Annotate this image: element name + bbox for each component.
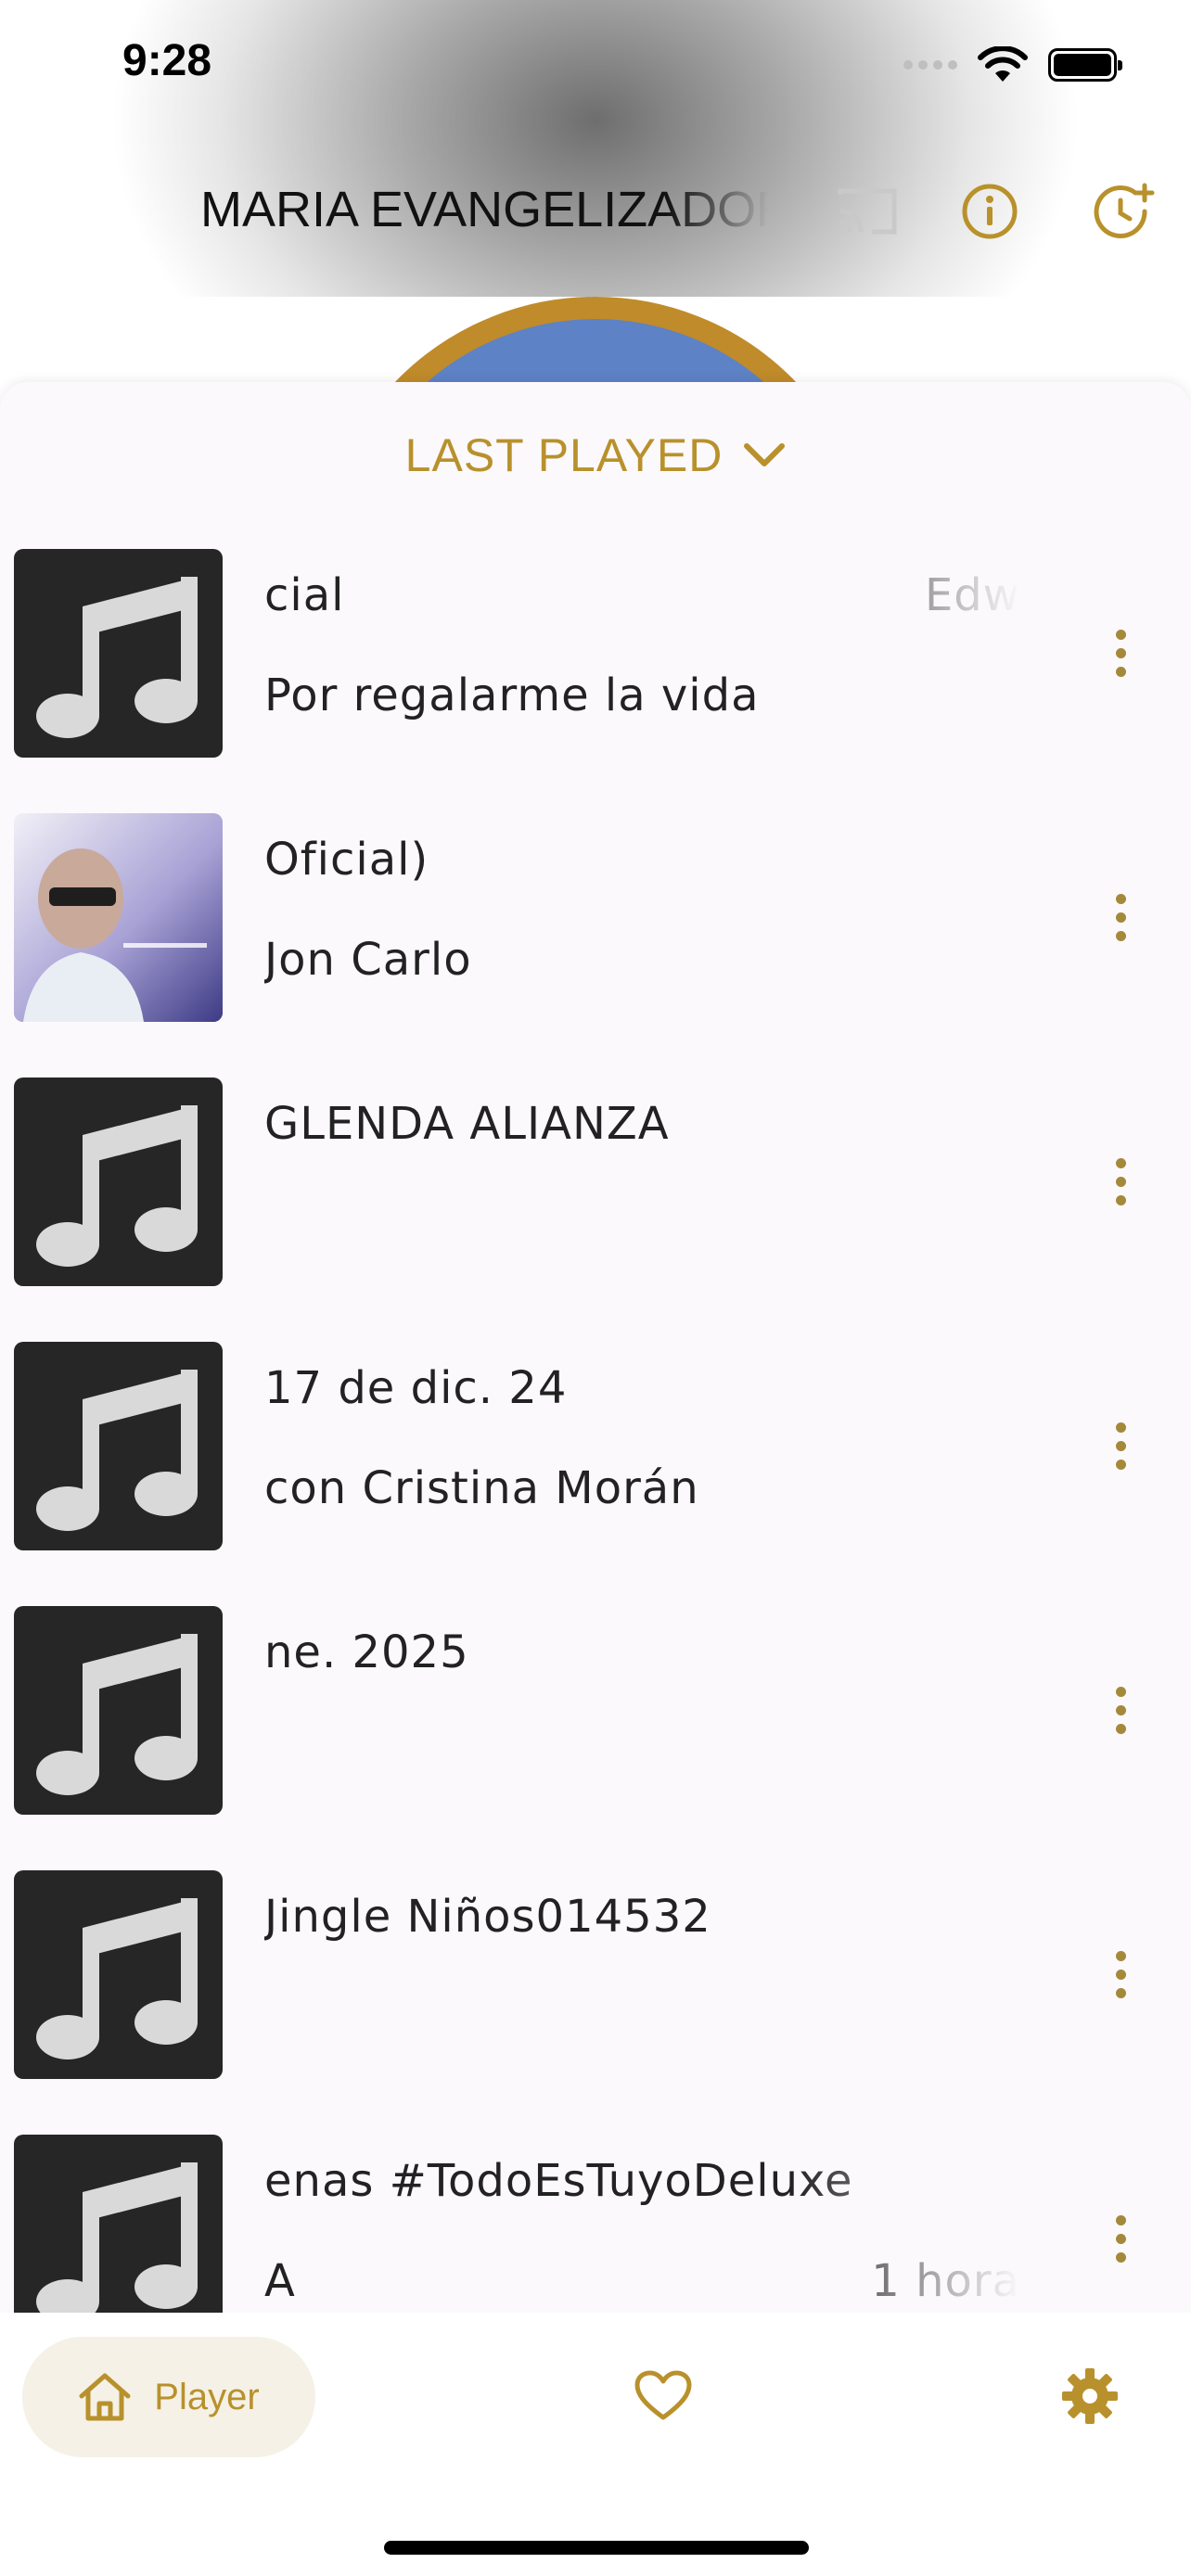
track-thumbnail	[14, 1606, 223, 1815]
track-more-button[interactable]	[1095, 1928, 1146, 2021]
track-thumbnail	[14, 549, 223, 758]
sheet-title: LAST PLAYED	[404, 429, 724, 481]
track-thumbnail	[14, 813, 223, 1022]
home-icon	[79, 2373, 131, 2421]
track-text: 17 de dic. 24 con Cristina Morán	[264, 1342, 1020, 1550]
track-more-button[interactable]	[1095, 1664, 1146, 1756]
info-icon	[962, 184, 1018, 239]
status-icons	[903, 46, 1122, 83]
home-indicator	[384, 2541, 809, 2555]
tab-favorites[interactable]	[626, 2359, 700, 2433]
track-thumbnail	[14, 2135, 223, 2313]
track-row[interactable]: 17 de dic. 24 con Cristina Morán	[0, 1342, 1191, 1606]
track-title: cial	[264, 569, 345, 621]
track-title-overflow: Edw	[924, 569, 1020, 621]
track-text: Jingle Niños014532	[264, 1870, 1020, 2079]
track-text: enas #TodoEsTuyoDeluxe A 1 hora	[264, 2135, 1020, 2313]
track-duration: 1 hora	[871, 2255, 1020, 2307]
tab-bar: Player	[0, 2313, 1191, 2576]
track-text: Oficial) Jon Carlo	[264, 813, 1020, 1022]
track-more-button[interactable]	[1095, 1399, 1146, 1492]
track-more-button[interactable]	[1095, 871, 1146, 963]
status-bar: 9:28	[0, 0, 1191, 139]
battery-icon	[1048, 48, 1122, 82]
track-title: Jingle Niños014532	[264, 1891, 711, 1943]
heart-icon	[634, 2370, 692, 2420]
album-art-image	[14, 813, 223, 1022]
tab-settings[interactable]	[1053, 2359, 1127, 2433]
track-more-button[interactable]	[1095, 2192, 1146, 2285]
track-text: ne. 2025	[264, 1606, 1020, 1815]
timer-icon	[1094, 183, 1155, 238]
track-row[interactable]: ne. 2025	[0, 1606, 1191, 1870]
music-note-icon	[36, 1634, 198, 1795]
music-note-icon	[36, 2162, 198, 2313]
station-title: MARIA EVANGELIZADORA	[200, 182, 768, 237]
track-row[interactable]: Oficial) Jon Carlo	[0, 813, 1191, 1078]
track-title: enas #TodoEsTuyoDeluxe	[264, 2155, 853, 2207]
tab-player[interactable]: Player	[22, 2337, 315, 2457]
tab-player-label: Player	[154, 2376, 260, 2417]
last-played-toggle[interactable]: LAST PLAYED	[0, 423, 1191, 488]
chevron-down-icon	[744, 443, 786, 466]
cast-button[interactable]	[826, 174, 909, 249]
music-note-icon	[36, 1370, 198, 1531]
track-row[interactable]: GLENDA ALIANZA	[0, 1078, 1191, 1342]
sleep-timer-button[interactable]	[1083, 174, 1167, 249]
wifi-icon	[978, 46, 1028, 82]
track-text: GLENDA ALIANZA	[264, 1078, 1020, 1286]
track-list: cial Edw Por regalarme la vida Oficial) …	[0, 549, 1191, 2313]
track-title: ne. 2025	[264, 1626, 469, 1678]
status-time: 9:28	[122, 36, 212, 85]
music-note-icon	[36, 1105, 198, 1267]
track-thumbnail	[14, 1342, 223, 1550]
last-played-sheet: LAST PLAYED cial Edw Por regalarme la vi…	[0, 382, 1191, 2313]
track-row[interactable]: Jingle Niños014532	[0, 1870, 1191, 2135]
track-row[interactable]: enas #TodoEsTuyoDeluxe A 1 hora	[0, 2135, 1191, 2313]
music-note-icon	[36, 1898, 198, 2060]
gear-icon	[1062, 2368, 1118, 2424]
signal-icon	[903, 60, 957, 70]
track-more-button[interactable]	[1095, 606, 1146, 699]
music-note-icon	[36, 577, 198, 738]
track-artist: Por regalarme la vida	[264, 670, 760, 721]
track-title: Oficial)	[264, 834, 429, 886]
track-thumbnail	[14, 1078, 223, 1286]
info-button[interactable]	[948, 174, 1031, 249]
track-row[interactable]: cial Edw Por regalarme la vida	[0, 549, 1191, 813]
track-thumbnail	[14, 1870, 223, 2079]
cast-icon	[838, 188, 897, 235]
track-text: cial Edw Por regalarme la vida	[264, 549, 1020, 758]
track-title: GLENDA ALIANZA	[264, 1098, 670, 1150]
track-artist: Jon Carlo	[264, 934, 472, 986]
track-artist: A	[264, 2255, 296, 2307]
track-title: 17 de dic. 24	[264, 1362, 568, 1414]
track-artist: con Cristina Morán	[264, 1462, 699, 1514]
track-more-button[interactable]	[1095, 1135, 1146, 1228]
